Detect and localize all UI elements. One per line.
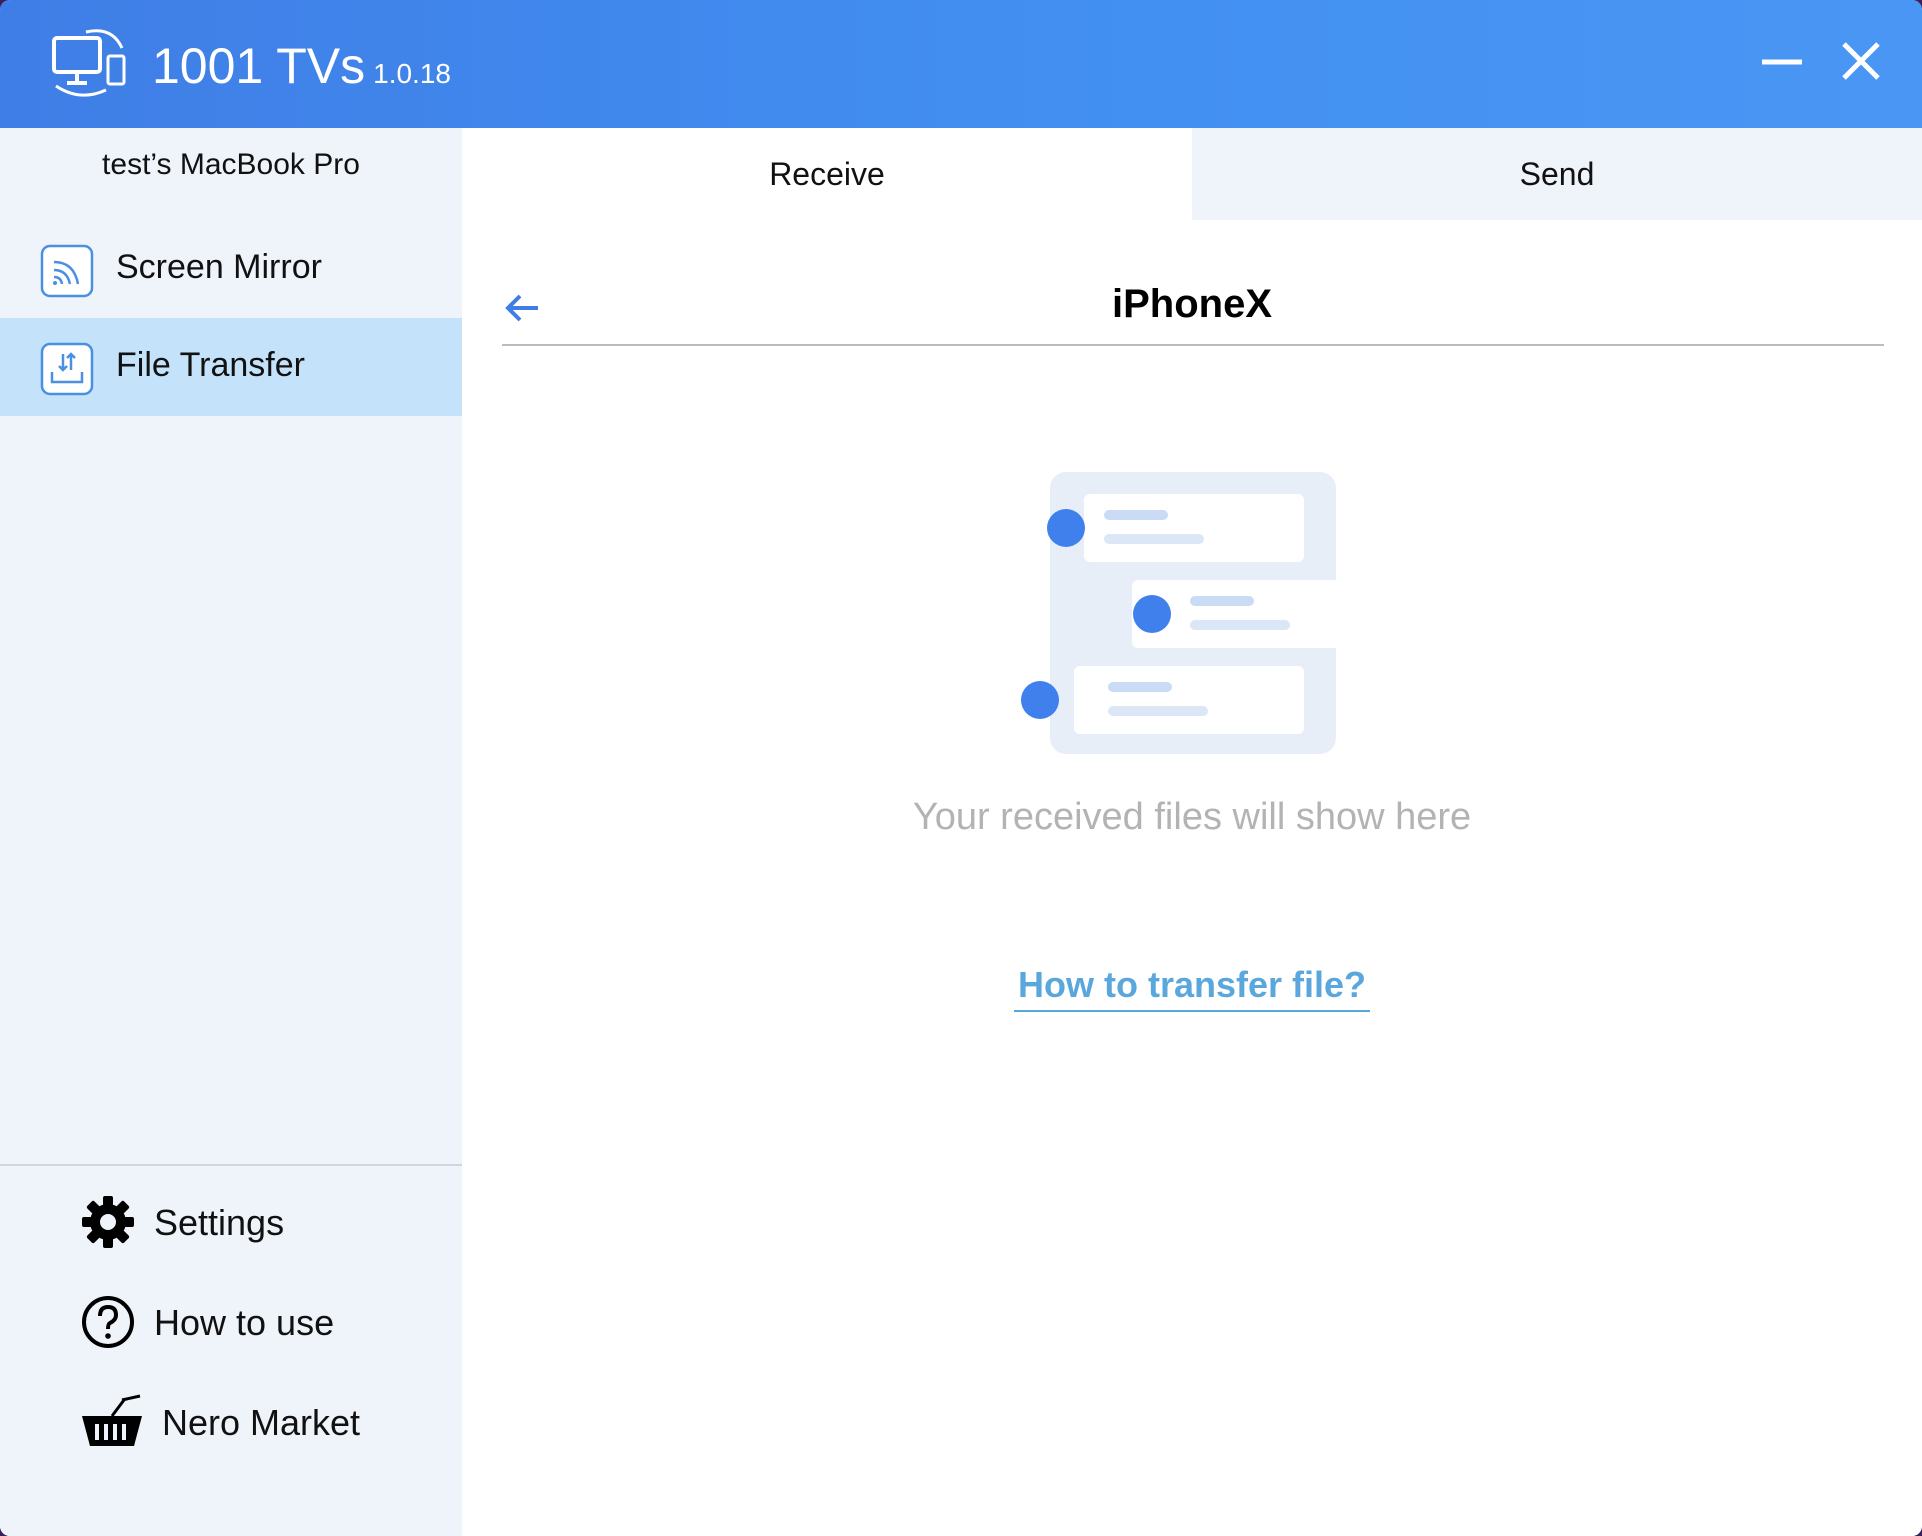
empty-files-illustration bbox=[1021, 472, 1352, 754]
question-circle-icon bbox=[82, 1296, 134, 1348]
screen-mirror-icon bbox=[40, 244, 94, 298]
sidebar-item-label: File Transfer bbox=[116, 346, 305, 384]
nero-market-label: Nero Market bbox=[162, 1402, 361, 1443]
title-bar[interactable]: 1001 TVs 1.0.18 bbox=[0, 0, 1922, 128]
help-link-container: How to transfer file? bbox=[462, 964, 1922, 1012]
page-title: iPhoneX bbox=[1111, 282, 1273, 326]
app-window: 1001 TVs 1.0.18 test’s MacBook Pro Screen… bbox=[0, 0, 1922, 1536]
settings-button[interactable]: Settings bbox=[80, 1190, 420, 1254]
basket-icon bbox=[82, 1394, 142, 1446]
tab-receive[interactable]: Receive bbox=[462, 128, 1192, 220]
tab-bar: Receive Send bbox=[462, 128, 1922, 220]
sidebar: test’s MacBook Pro Screen Mirror File Tr… bbox=[0, 128, 462, 1536]
gear-icon bbox=[82, 1196, 134, 1248]
nero-market-button[interactable]: Nero Market bbox=[80, 1390, 420, 1454]
how-to-transfer-link[interactable]: How to transfer file? bbox=[1013, 964, 1371, 1012]
settings-label: Settings bbox=[154, 1202, 285, 1243]
device-name: test’s MacBook Pro bbox=[102, 148, 360, 181]
sidebar-item-file-transfer[interactable]: File Transfer bbox=[0, 318, 462, 416]
sidebar-item-screen-mirror[interactable]: Screen Mirror bbox=[0, 220, 462, 318]
tab-send[interactable]: Send bbox=[1192, 128, 1922, 220]
sidebar-divider bbox=[0, 1164, 462, 1166]
app-version: 1.0.18 bbox=[373, 58, 451, 89]
how-to-use-label: How to use bbox=[154, 1302, 335, 1343]
sidebar-item-label: Screen Mirror bbox=[116, 248, 322, 286]
main-panel: Receive Send iPhoneX Your received files… bbox=[462, 128, 1922, 1536]
close-button[interactable] bbox=[1830, 30, 1892, 92]
empty-state-message: Your received files will show here bbox=[912, 796, 1472, 838]
file-transfer-icon bbox=[40, 342, 94, 396]
header-divider bbox=[502, 344, 1884, 346]
app-logo-icon bbox=[52, 29, 126, 97]
how-to-use-button[interactable]: How to use bbox=[80, 1290, 420, 1354]
minimize-button[interactable] bbox=[1748, 30, 1810, 92]
app-title: 1001 TVs 1.0.18 bbox=[152, 38, 451, 94]
